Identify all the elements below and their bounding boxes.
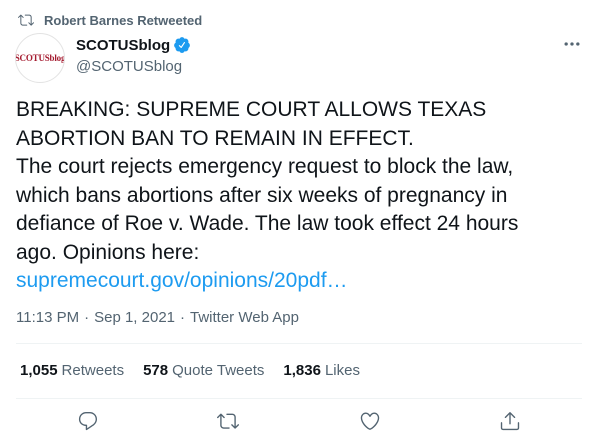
divider — [16, 343, 582, 344]
tweet-line: defiance of Roe v. Wade. The law took ef… — [16, 212, 519, 235]
tweet-line: The court rejects emergency request to b… — [16, 155, 514, 178]
author-display-name[interactable]: SCOTUSblog — [76, 37, 170, 54]
retweet-icon — [18, 14, 34, 26]
likes-label: Likes — [324, 362, 360, 379]
retweets-stat[interactable]: 1,055 Retweets — [20, 362, 124, 379]
like-button[interactable] — [357, 408, 383, 434]
likes-count: 1,836 — [283, 362, 321, 379]
tweet-text: BREAKING: SUPREME COURT ALLOWS TEXAS ABO… — [16, 96, 586, 296]
action-bar — [0, 405, 598, 437]
share-icon — [500, 412, 520, 431]
tweet-source[interactable]: Twitter Web App — [190, 309, 299, 326]
avatar[interactable]: SCOTUSblog — [15, 33, 65, 83]
tweet-date[interactable]: Sep 1, 2021 — [94, 309, 175, 326]
verified-badge-icon — [174, 37, 191, 53]
retweets-count: 1,055 — [20, 362, 58, 379]
like-icon — [360, 412, 380, 430]
retweets-label: Retweets — [61, 362, 125, 379]
reply-icon — [78, 412, 98, 431]
quote-tweets-count: 578 — [143, 362, 169, 379]
retweet-context[interactable]: Robert Barnes Retweeted — [18, 10, 202, 30]
engagement-stats: 1,055 Retweets 578 Quote Tweets 1,836 Likes — [20, 362, 379, 379]
more-dots-icon — [564, 42, 580, 46]
tweet-line: ago. Opinions here: — [16, 240, 200, 264]
quote-tweets-label: Quote Tweets — [172, 362, 265, 379]
retweet-context-label: Robert Barnes Retweeted — [44, 12, 203, 28]
tweet-metadata: 11:13 PM · Sep 1, 2021 · Twitter Web App — [16, 309, 299, 326]
retweet-button[interactable] — [215, 408, 241, 434]
author-handle[interactable]: @SCOTUSblog — [76, 58, 182, 75]
avatar-logo-text: SCOTUSblog — [15, 53, 65, 63]
tweet-time[interactable]: 11:13 PM — [16, 309, 79, 326]
tweet-line: ABORTION BAN TO REMAIN IN EFFECT. — [16, 126, 414, 150]
more-options-button[interactable] — [560, 34, 584, 54]
tweet-line: which bans abortions after six weeks of … — [16, 183, 508, 207]
quote-tweets-stat[interactable]: 578 Quote Tweets — [143, 362, 264, 379]
author-name-row[interactable]: SCOTUSblog — [76, 36, 191, 54]
likes-stat[interactable]: 1,836 Likes — [283, 362, 360, 379]
meta-separator: · — [84, 309, 90, 326]
meta-separator: · — [180, 309, 185, 326]
tweet-line: BREAKING: SUPREME COURT ALLOWS TEXAS — [16, 98, 487, 121]
share-button[interactable] — [497, 408, 523, 434]
opinions-link[interactable]: supremecourt.gov/opinions/20pdf… — [16, 269, 348, 292]
reply-button[interactable] — [75, 408, 101, 434]
retweet-icon — [217, 413, 239, 429]
divider — [16, 398, 582, 399]
